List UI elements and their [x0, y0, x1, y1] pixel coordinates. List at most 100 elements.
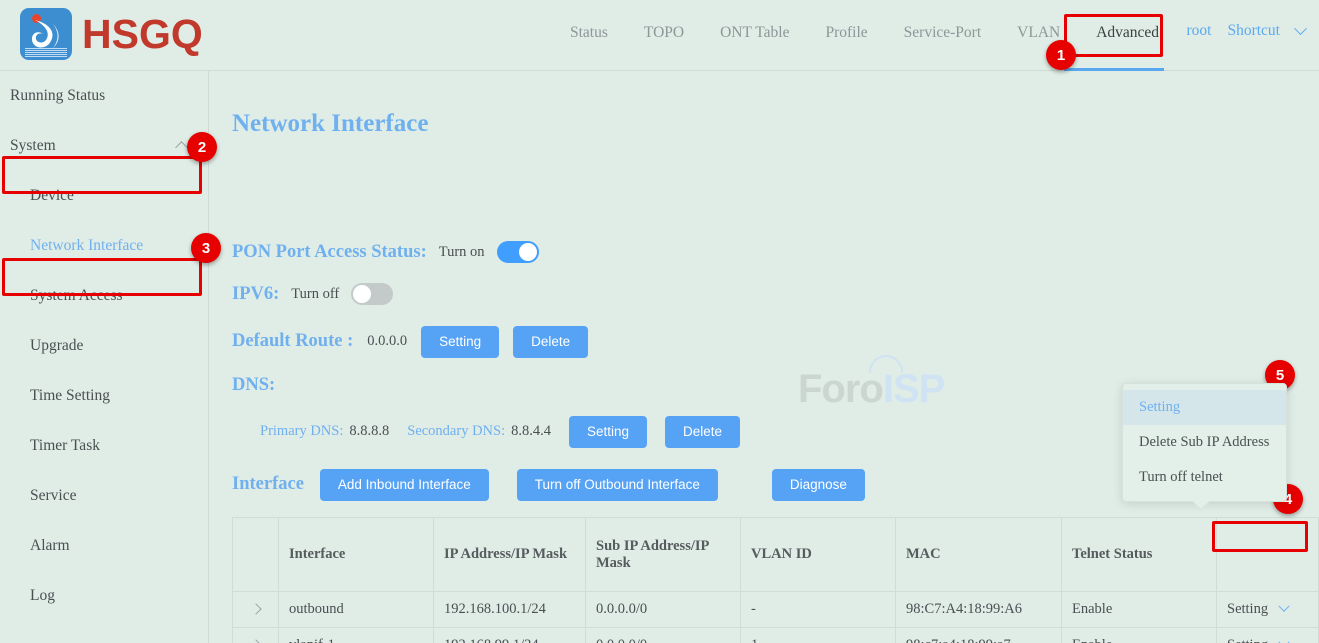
sidebar-item-running-status[interactable]: Running Status: [0, 71, 208, 121]
col-ip-address: IP Address/IP Mask: [434, 518, 586, 592]
secondary-dns-value: 8.8.4.4: [511, 423, 551, 440]
cell-mac: 98:c7:a4:18:99:a7: [896, 628, 1062, 643]
sidebar-item-log[interactable]: Log: [0, 571, 208, 621]
brand-logo[interactable]: HSGQ: [20, 8, 203, 60]
ipv6-label: IPV6:: [232, 284, 279, 305]
table-row[interactable]: vlanif-1 192.168.99.1/24 0.0.0.0/0 1 98:…: [233, 628, 1319, 643]
ipv6-toggle[interactable]: [351, 283, 393, 305]
annotation-badge-2: 2: [187, 132, 217, 162]
sidebar-item-time-setting[interactable]: Time Setting: [0, 371, 208, 421]
sidebar-item-upgrade[interactable]: Upgrade: [0, 321, 208, 371]
wifi-arc-icon: [869, 355, 903, 373]
sidebar: Running Status System Device Network Int…: [0, 71, 209, 643]
primary-dns-label: Primary DNS:: [260, 423, 343, 440]
app-root: HSGQ Status TOPO ONT Table Profile Servi…: [0, 0, 1319, 643]
row-setting-dropdown-trigger[interactable]: Setting: [1217, 592, 1319, 628]
dropdown-item-delete-sub-ip-address[interactable]: Delete Sub IP Address: [1123, 425, 1286, 460]
main-content: Network Interface ForoISP PON Port Acces…: [210, 71, 1319, 643]
chevron-up-icon: [175, 141, 188, 154]
default-route-row: Default Route : 0.0.0.0 Setting Delete: [232, 326, 588, 358]
primary-dns-value: 8.8.8.8: [349, 423, 389, 440]
sidebar-item-label: Upgrade: [30, 337, 83, 355]
annotation-badge-1: 1: [1046, 40, 1076, 70]
cell-sub-ip-address: 0.0.0.0/0: [586, 628, 741, 643]
interface-table: Interface IP Address/IP Mask Sub IP Addr…: [232, 517, 1319, 643]
sidebar-item-system[interactable]: System: [0, 121, 208, 171]
sidebar-item-label: Alarm: [30, 537, 70, 555]
shortcut-menu[interactable]: Shortcut: [1227, 22, 1280, 40]
secondary-dns-label: Secondary DNS:: [407, 423, 505, 440]
sidebar-item-label: Time Setting: [30, 387, 110, 405]
default-route-label: Default Route :: [232, 331, 353, 352]
nav-item-status[interactable]: Status: [552, 20, 626, 46]
sidebar-item-label: Timer Task: [30, 437, 100, 455]
dns-label: DNS:: [232, 375, 275, 396]
dropdown-item-turn-off-telnet[interactable]: Turn off telnet: [1123, 460, 1286, 495]
ipv6-state-text: Turn off: [291, 286, 339, 303]
row-setting-dropdown-trigger[interactable]: Setting: [1217, 628, 1319, 643]
sidebar-item-timer-task[interactable]: Timer Task: [0, 421, 208, 471]
chevron-down-icon: [1278, 637, 1289, 643]
col-actions: [1217, 518, 1319, 592]
dns-row: Primary DNS: 8.8.8.8 Secondary DNS: 8.8.…: [260, 416, 740, 448]
pon-port-state-text: Turn on: [439, 244, 485, 261]
dns-setting-button[interactable]: Setting: [569, 416, 647, 448]
sidebar-item-network-interface[interactable]: Network Interface: [0, 221, 208, 271]
watermark-part-a: Foro: [798, 367, 883, 411]
col-telnet-status: Telnet Status: [1062, 518, 1217, 592]
pon-port-access-label: PON Port Access Status:: [232, 242, 427, 263]
user-root-link[interactable]: root: [1187, 22, 1212, 40]
nav-item-ont-table[interactable]: ONT Table: [702, 20, 807, 46]
default-route-value: 0.0.0.0: [367, 333, 407, 350]
dns-delete-button[interactable]: Delete: [665, 416, 740, 448]
cell-telnet-status: Enable: [1062, 592, 1217, 628]
pon-port-access-row: PON Port Access Status: Turn on: [232, 241, 539, 263]
table-row[interactable]: outbound 192.168.100.1/24 0.0.0.0/0 - 98…: [233, 592, 1319, 628]
chevron-right-icon: [250, 639, 261, 643]
interface-toolbar: Interface Add Inbound Interface Turn off…: [232, 469, 865, 501]
top-header: HSGQ Status TOPO ONT Table Profile Servi…: [0, 0, 1319, 71]
cell-ip-address: 192.168.100.1/24: [434, 592, 586, 628]
main-nav: Status TOPO ONT Table Profile Service-Po…: [552, 20, 1177, 46]
sidebar-item-service[interactable]: Service: [0, 471, 208, 521]
sidebar-item-system-access[interactable]: System Access: [0, 271, 208, 321]
nav-item-advanced[interactable]: Advanced: [1078, 20, 1177, 46]
col-interface: Interface: [279, 518, 434, 592]
nav-item-service-port[interactable]: Service-Port: [886, 20, 999, 46]
add-inbound-interface-button[interactable]: Add Inbound Interface: [320, 469, 489, 501]
row-setting-dropdown-menu: Setting Delete Sub IP Address Turn off t…: [1122, 383, 1287, 502]
sidebar-item-label: Service: [30, 487, 76, 505]
diagnose-button[interactable]: Diagnose: [772, 469, 865, 501]
default-route-setting-button[interactable]: Setting: [421, 326, 499, 358]
col-mac: MAC: [896, 518, 1062, 592]
col-expand: [233, 518, 279, 592]
pon-port-toggle[interactable]: [497, 241, 539, 263]
nav-item-profile[interactable]: Profile: [807, 20, 885, 46]
default-route-delete-button[interactable]: Delete: [513, 326, 588, 358]
nav-item-topo[interactable]: TOPO: [626, 20, 702, 46]
table-header-row: Interface IP Address/IP Mask Sub IP Addr…: [233, 518, 1319, 592]
turn-off-outbound-interface-button[interactable]: Turn off Outbound Interface: [517, 469, 718, 501]
sidebar-item-label: Network Interface: [30, 237, 143, 255]
dropdown-item-setting[interactable]: Setting: [1123, 390, 1286, 425]
sidebar-item-device[interactable]: Device: [0, 171, 208, 221]
sidebar-item-label: Running Status: [10, 87, 105, 105]
interface-label: Interface: [232, 474, 304, 495]
row-expand-toggle[interactable]: [233, 592, 279, 628]
sidebar-item-alarm[interactable]: Alarm: [0, 521, 208, 571]
cell-ip-address: 192.168.99.1/24: [434, 628, 586, 643]
col-vlan-id: VLAN ID: [741, 518, 896, 592]
user-area: root Shortcut: [1187, 22, 1306, 40]
annotation-badge-3: 3: [191, 233, 221, 263]
ipv6-row: IPV6: Turn off: [232, 283, 393, 305]
chevron-down-icon[interactable]: [1294, 22, 1307, 35]
toggle-knob: [519, 243, 537, 261]
cell-mac: 98:C7:A4:18:99:A6: [896, 592, 1062, 628]
brand-name: HSGQ: [82, 11, 203, 58]
cell-interface: outbound: [279, 592, 434, 628]
logo-waterlines-icon: [25, 48, 67, 57]
hsgq-droplet-logo-icon: [20, 8, 72, 60]
col-sub-ip-address: Sub IP Address/IP Mask: [586, 518, 741, 592]
foroisp-watermark: ForoISP: [798, 367, 944, 412]
row-expand-toggle[interactable]: [233, 628, 279, 643]
